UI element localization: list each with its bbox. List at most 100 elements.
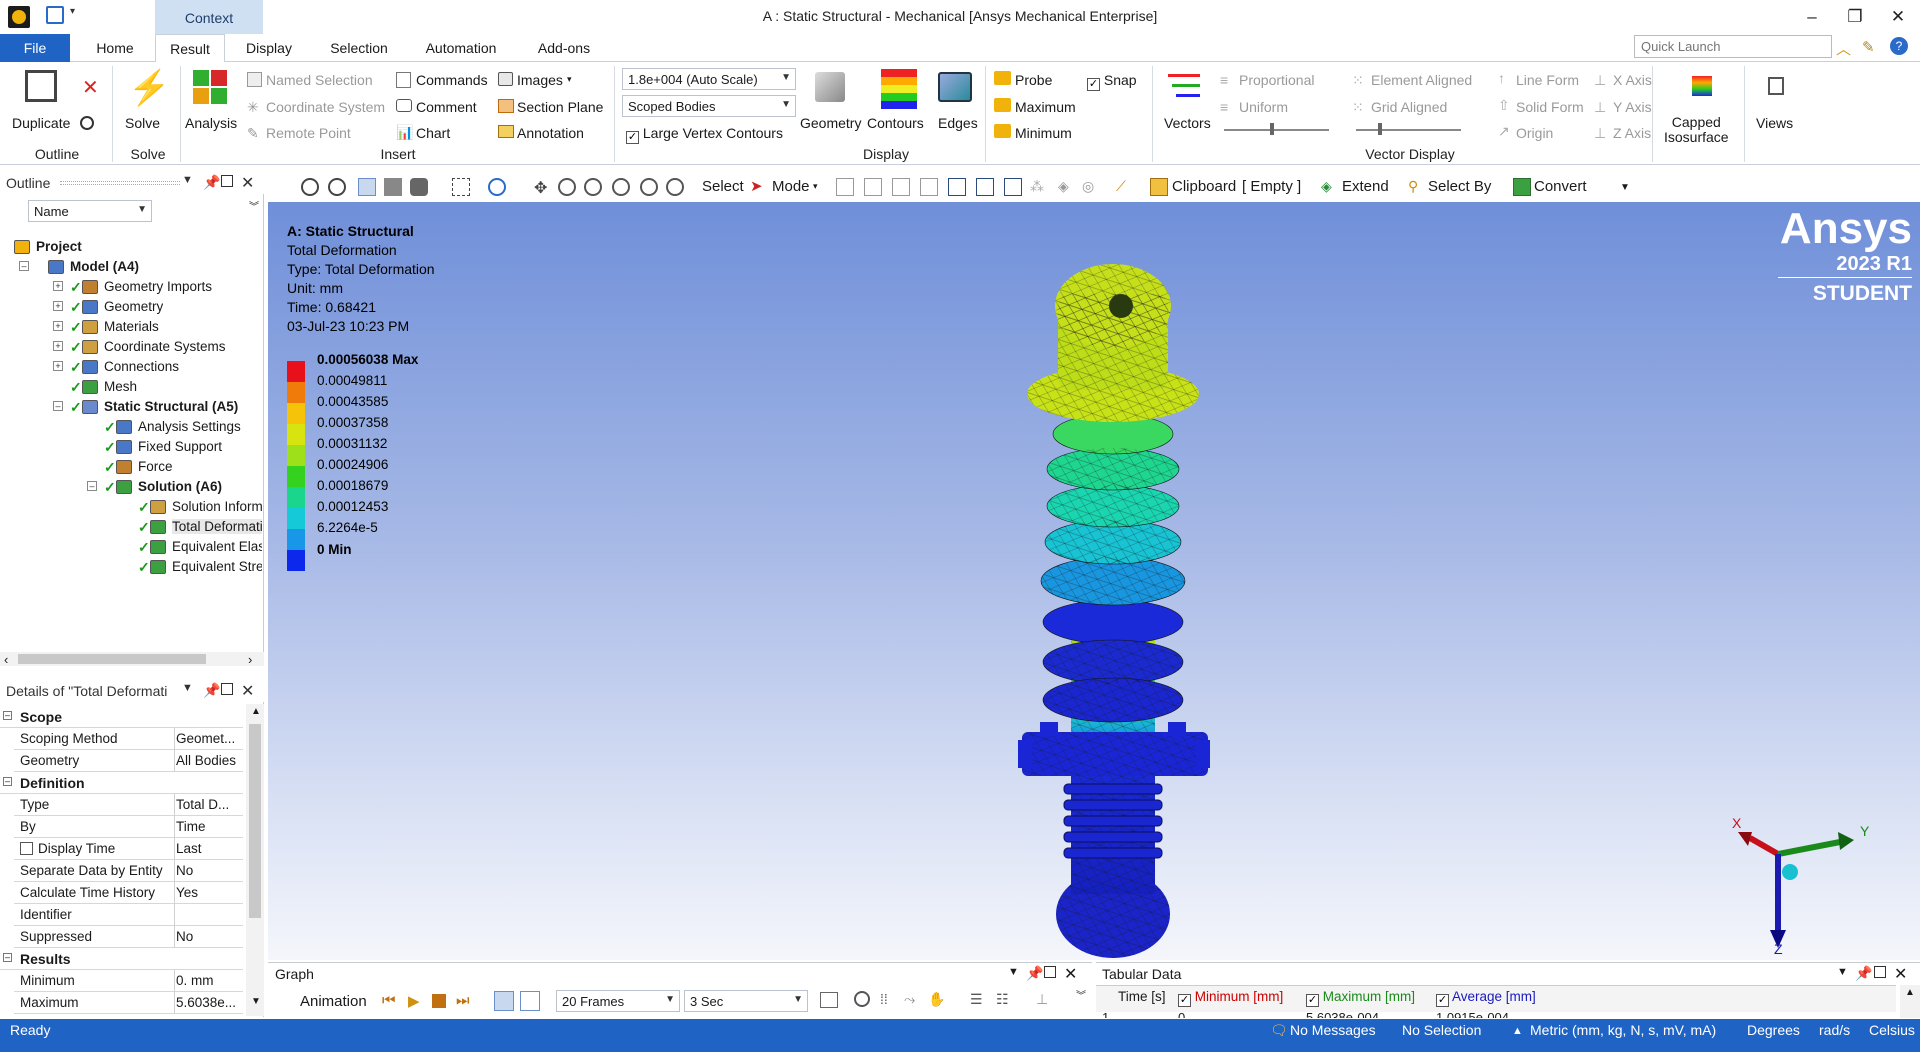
tree-item[interactable]: Equivalent Stres xyxy=(172,559,262,574)
isolate-icon[interactable]: ◎ xyxy=(1082,178,1100,196)
tree-item[interactable]: Connections xyxy=(104,359,179,374)
pin-icon[interactable]: 📌 xyxy=(1855,965,1872,982)
details-row[interactable]: Scoping Method Geomet... xyxy=(14,728,243,750)
box-select-icon[interactable] xyxy=(452,178,470,196)
mode-dropdown-icon[interactable]: ▾ xyxy=(813,181,818,192)
zoom-in-icon[interactable] xyxy=(301,178,319,196)
select-edge-icon[interactable] xyxy=(864,178,882,196)
graph-cursor-icon[interactable]: ⤳ xyxy=(904,991,915,1008)
col-average[interactable]: ✓ Average [mm] xyxy=(1436,989,1536,1007)
select-body-icon[interactable] xyxy=(920,178,938,196)
tree-item[interactable]: Analysis Settings xyxy=(138,419,241,434)
vector-length-slider[interactable] xyxy=(1224,129,1329,131)
help-icon[interactable]: ? xyxy=(1890,37,1908,55)
tree-item[interactable]: Fixed Support xyxy=(138,439,222,454)
status-units[interactable]: Metric (mm, kg, N, s, mV, mA) xyxy=(1530,1022,1716,1038)
graph-pan-icon[interactable]: ✋ xyxy=(928,991,945,1008)
details-row[interactable]: By Time xyxy=(14,816,243,838)
y-axis-button[interactable]: Y Axis xyxy=(1613,99,1652,115)
shaded-exterior-icon[interactable] xyxy=(358,178,376,196)
minimize-icon[interactable]: – xyxy=(1797,6,1827,28)
scoped-bodies-dropdown[interactable]: Scoped Bodies ▼ xyxy=(622,95,796,117)
stop-icon[interactable] xyxy=(432,994,446,1008)
tab-file[interactable]: File xyxy=(0,34,70,62)
analysis-icon[interactable] xyxy=(193,70,229,104)
col-minimum[interactable]: ✓ Minimum [mm] xyxy=(1178,989,1283,1007)
remote-point-button[interactable]: Remote Point xyxy=(266,125,351,141)
images-button[interactable]: Images xyxy=(517,72,563,88)
tree-item[interactable]: Mesh xyxy=(104,379,137,394)
pin-icon[interactable]: 📌 xyxy=(203,682,220,699)
tab-automation[interactable]: Automation xyxy=(416,34,506,62)
toolbar-overflow-icon[interactable]: ▼ xyxy=(1620,182,1630,193)
select-element-face-icon[interactable] xyxy=(976,178,994,196)
select-node-icon[interactable] xyxy=(948,178,966,196)
details-row[interactable]: Type Total D... xyxy=(14,794,243,816)
pin-icon[interactable]: 📌 xyxy=(1026,965,1043,982)
tree-item[interactable]: Solution Informa xyxy=(172,499,262,514)
tree-item[interactable]: Static Structural (A5) xyxy=(104,399,238,414)
coordinate-system-button[interactable]: Coordinate System xyxy=(266,99,385,115)
vector-density-slider-thumb[interactable] xyxy=(1378,123,1382,135)
frames-dropdown[interactable]: 20 Frames ▼ xyxy=(556,990,680,1012)
quick-launch-input[interactable] xyxy=(1634,35,1832,58)
maximize-icon[interactable] xyxy=(1874,966,1886,978)
scrollbar-thumb[interactable] xyxy=(18,654,206,664)
tab-selection[interactable]: Selection xyxy=(318,34,400,62)
select-face-icon[interactable] xyxy=(892,178,910,196)
scrollbar-thumb[interactable] xyxy=(249,724,261,918)
details-row[interactable]: Calculate Time History Yes xyxy=(14,882,243,904)
vector-density-slider[interactable] xyxy=(1356,129,1461,131)
maximum-button[interactable]: Maximum xyxy=(1015,99,1076,115)
collapse-icon[interactable]: – xyxy=(3,953,12,962)
pan-icon[interactable]: ✥ xyxy=(534,178,552,197)
expand-icon[interactable]: + xyxy=(53,321,63,331)
find-icon[interactable] xyxy=(80,116,94,130)
graph-axis-icon[interactable]: ⊥ xyxy=(1036,991,1048,1008)
details-row[interactable]: Minimum 0. mm xyxy=(14,970,243,992)
snap-checkbox[interactable]: ✓ Snap xyxy=(1087,72,1137,91)
duplicate-icon[interactable] xyxy=(25,70,57,102)
scale-dropdown[interactable]: 1.8e+004 (Auto Scale) ▼ xyxy=(622,68,796,90)
graphics-viewport[interactable]: A: Static Structural Total Deformation Typ… xyxy=(268,202,1920,960)
geometry-display-button[interactable]: Geometry xyxy=(800,115,861,131)
vectors-button[interactable]: Vectors xyxy=(1164,115,1211,131)
collapse-icon[interactable]: – xyxy=(19,261,29,271)
close-icon[interactable]: ✕ xyxy=(1883,6,1913,28)
tree-item[interactable]: Coordinate Systems xyxy=(104,339,226,354)
tree-item[interactable]: Geometry xyxy=(104,299,163,314)
comment-button[interactable]: Comment xyxy=(416,99,477,115)
named-selection-button[interactable]: Named Selection xyxy=(266,72,373,88)
solve-button[interactable]: Solve xyxy=(125,115,160,131)
tree-item[interactable]: Total Deformati xyxy=(172,519,262,534)
minimum-button[interactable]: Minimum xyxy=(1015,125,1072,141)
col-maximum[interactable]: ✓ Maximum [mm] xyxy=(1306,989,1415,1007)
graph-grid-icon[interactable]: ⁞⁞ xyxy=(880,991,888,1007)
collapse-icon[interactable]: – xyxy=(53,401,63,411)
outline-horizontal-scrollbar[interactable]: ‹ › xyxy=(0,652,264,667)
proportional-button[interactable]: Proportional xyxy=(1239,72,1315,88)
solve-icon[interactable]: ⚡ xyxy=(128,68,170,108)
tab-add-ons[interactable]: Add-ons xyxy=(524,34,604,62)
status-temperature[interactable]: Celsius xyxy=(1869,1022,1915,1038)
status-degrees[interactable]: Degrees xyxy=(1747,1022,1800,1038)
vector-length-slider-thumb[interactable] xyxy=(1270,123,1274,135)
capped-isosurface-button[interactable]: Capped Isosurface xyxy=(1664,115,1729,145)
details-section[interactable]: – Scope xyxy=(0,706,243,728)
outline-close-icon[interactable]: ✕ xyxy=(241,173,254,193)
large-vertex-contours-checkbox[interactable]: ✓ Large Vertex Contours xyxy=(626,125,783,144)
details-row[interactable]: Suppressed No xyxy=(14,926,243,948)
expand-icon[interactable]: + xyxy=(53,281,63,291)
details-section[interactable]: – Definition xyxy=(0,772,243,794)
restore-icon[interactable]: ❐ xyxy=(1840,6,1870,28)
convert-button[interactable]: Convert xyxy=(1534,178,1587,195)
probe-button[interactable]: Probe xyxy=(1015,72,1052,88)
details-close-icon[interactable]: ✕ xyxy=(241,681,254,701)
collapse-icon[interactable]: – xyxy=(3,711,12,720)
tree-item[interactable]: Equivalent Elast xyxy=(172,539,262,554)
zoom-out-icon[interactable] xyxy=(328,178,346,196)
expand-icon[interactable]: + xyxy=(53,301,63,311)
play-icon[interactable]: ▶ xyxy=(408,992,420,1010)
line-form-button[interactable]: Line Form xyxy=(1516,72,1579,88)
tree-item[interactable]: Materials xyxy=(104,319,159,334)
